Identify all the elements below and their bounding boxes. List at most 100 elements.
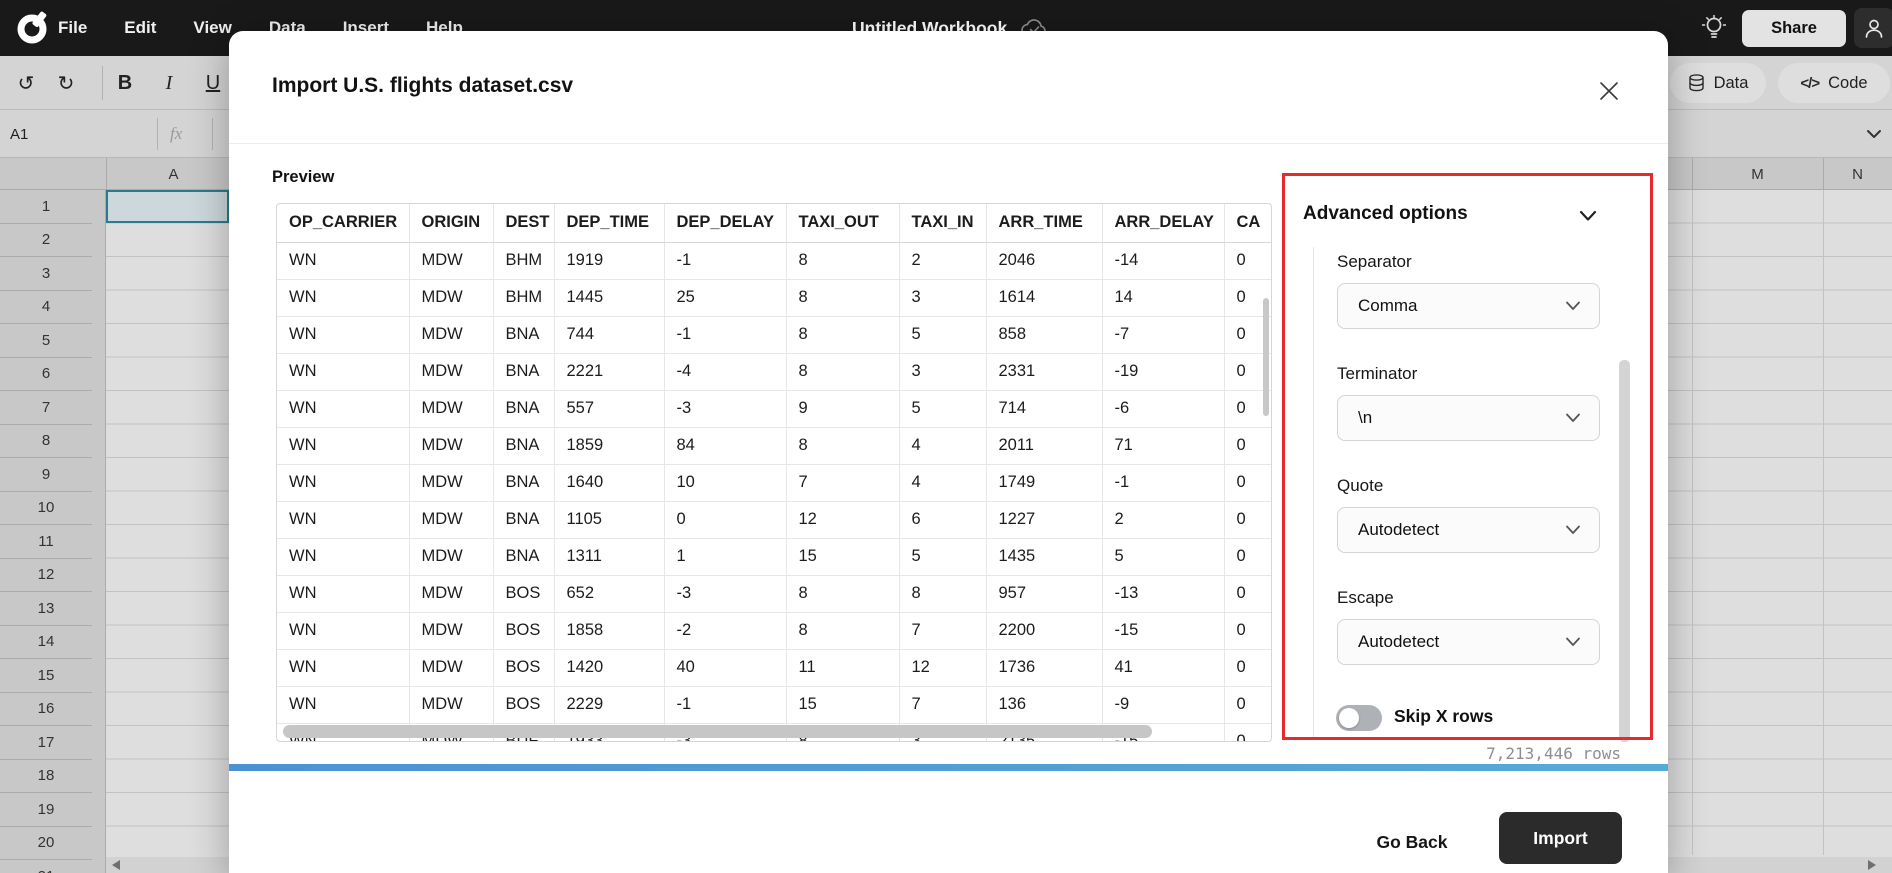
preview-col-header: DEP_DELAY (664, 204, 786, 242)
row-header-4[interactable]: 4 (0, 291, 92, 325)
row-header-9[interactable]: 9 (0, 458, 92, 492)
selected-cell-a1[interactable] (106, 190, 229, 223)
preview-table-cell: 2 (1102, 501, 1224, 538)
preview-header-row: OP_CARRIERORIGINDESTDEP_TIMEDEP_DELAYTAX… (277, 204, 1272, 242)
preview-table-cell: WN (277, 390, 409, 427)
go-back-button[interactable]: Go Back (1357, 816, 1467, 868)
row-header-19[interactable]: 19 (0, 793, 92, 827)
preview-table-cell: MDW (409, 464, 493, 501)
row-header-20[interactable]: 20 (0, 827, 92, 861)
preview-table-cell: 858 (986, 316, 1102, 353)
preview-table-cell: 41 (1102, 649, 1224, 686)
preview-table-cell: 1311 (554, 538, 664, 575)
preview-table-cell: BNA (493, 538, 554, 575)
preview-table-cell: WN (277, 501, 409, 538)
row-header-10[interactable]: 10 (0, 492, 92, 526)
row-header-7[interactable]: 7 (0, 391, 92, 425)
preview-table-cell: 2331 (986, 353, 1102, 390)
preview-table-cell: 0 (1224, 686, 1272, 723)
preview-table-cell: -2 (664, 612, 786, 649)
person-icon (1863, 17, 1885, 39)
row-header-5[interactable]: 5 (0, 324, 92, 358)
preview-table-cell: 6 (899, 501, 986, 538)
preview-table-cell: BOS (493, 649, 554, 686)
preview-table-cell: -15 (1102, 612, 1224, 649)
bold-button[interactable]: B (108, 56, 142, 110)
column-header-n[interactable]: N (1823, 158, 1892, 190)
h-scrollbar-track-right[interactable] (1668, 857, 1892, 873)
underline-button[interactable]: U (196, 56, 230, 110)
italic-button[interactable]: I (152, 56, 186, 110)
preview-table-cell: 0 (664, 501, 786, 538)
user-avatar-button[interactable] (1854, 8, 1892, 48)
fx-formula-icon[interactable]: fx (170, 110, 182, 158)
scroll-left-arrow-icon[interactable] (112, 860, 120, 870)
preview-table[interactable]: OP_CARRIERORIGINDESTDEP_TIMEDEP_DELAYTAX… (276, 203, 1272, 742)
preview-table-cell: MDW (409, 686, 493, 723)
data-panel-button[interactable]: Data (1670, 63, 1766, 103)
row-header-11[interactable]: 11 (0, 525, 92, 559)
preview-table-row: WNMDWBNA13111155143550 (277, 538, 1272, 575)
preview-table-cell: 744 (554, 316, 664, 353)
preview-table-cell: 71 (1102, 427, 1224, 464)
preview-table-cell: -3 (664, 575, 786, 612)
preview-h-scrollbar-thumb[interactable] (283, 725, 1152, 738)
close-icon[interactable] (1597, 79, 1621, 103)
preview-table-cell: 0 (1224, 427, 1272, 464)
column-header-m[interactable]: M (1692, 158, 1823, 190)
redo-button[interactable]: ↻ (48, 56, 84, 110)
share-button[interactable]: Share (1742, 10, 1846, 47)
app-logo-icon[interactable] (14, 10, 50, 46)
row-header-15[interactable]: 15 (0, 659, 92, 693)
column-header-a[interactable]: A (106, 158, 241, 190)
preview-table-cell: -1 (1102, 464, 1224, 501)
row-header-17[interactable]: 17 (0, 726, 92, 760)
preview-table-cell: 5 (899, 538, 986, 575)
preview-table-cell: 1227 (986, 501, 1102, 538)
menu-item-view[interactable]: View (193, 18, 231, 38)
preview-table-cell: 4 (899, 427, 986, 464)
menu-item-edit[interactable]: Edit (124, 18, 156, 38)
preview-table-cell: 9 (786, 390, 899, 427)
preview-table-row: WNMDWBOS14204011121736410 (277, 649, 1272, 686)
import-button[interactable]: Import (1499, 812, 1622, 864)
sheet-chevron-down-icon[interactable] (1866, 127, 1882, 141)
preview-table-cell: 0 (1224, 464, 1272, 501)
sheet-grid-left[interactable] (106, 190, 229, 873)
preview-table-cell: MDW (409, 316, 493, 353)
row-header-3[interactable]: 3 (0, 257, 92, 291)
h-scrollbar-track-left[interactable] (106, 857, 229, 873)
row-header-2[interactable]: 2 (0, 224, 92, 258)
code-panel-button[interactable]: </> Code (1778, 63, 1890, 103)
row-header-14[interactable]: 14 (0, 626, 92, 660)
cell-reference-box[interactable]: A1 (10, 110, 28, 158)
preview-table-cell: 15 (786, 538, 899, 575)
row-header-8[interactable]: 8 (0, 425, 92, 459)
row-header-column[interactable]: 123456789101112131415161718192021 (0, 190, 106, 873)
row-header-12[interactable]: 12 (0, 559, 92, 593)
highlight-red-box (1282, 173, 1653, 740)
dialog-title: Import U.S. flights dataset.csv (272, 74, 573, 98)
preview-table-row: WNMDWBNA11050126122720 (277, 501, 1272, 538)
undo-button[interactable]: ↺ (8, 56, 44, 110)
row-header-6[interactable]: 6 (0, 358, 92, 392)
menu-item-file[interactable]: File (58, 18, 87, 38)
feedback-lightbulb-icon[interactable] (1702, 15, 1726, 42)
preview-table-cell: 1105 (554, 501, 664, 538)
preview-col-header: CA (1224, 204, 1272, 242)
preview-table-cell: 1736 (986, 649, 1102, 686)
preview-table-cell: 1 (664, 538, 786, 575)
preview-v-scrollbar-thumb[interactable] (1263, 298, 1269, 416)
row-header-16[interactable]: 16 (0, 693, 92, 727)
sheet-grid-right[interactable] (1668, 190, 1892, 855)
preview-table-row: WNMDWBHM144525831614140 (277, 279, 1272, 316)
row-header-13[interactable]: 13 (0, 592, 92, 626)
row-header-1[interactable]: 1 (0, 190, 92, 224)
preview-table-cell: -9 (1102, 686, 1224, 723)
row-header-21[interactable]: 21 (0, 860, 92, 873)
scroll-right-arrow-icon[interactable] (1868, 860, 1876, 870)
row-header-18[interactable]: 18 (0, 760, 92, 794)
preview-table-cell: 0 (1224, 538, 1272, 575)
preview-table-cell: -1 (664, 686, 786, 723)
preview-table-cell: WN (277, 612, 409, 649)
